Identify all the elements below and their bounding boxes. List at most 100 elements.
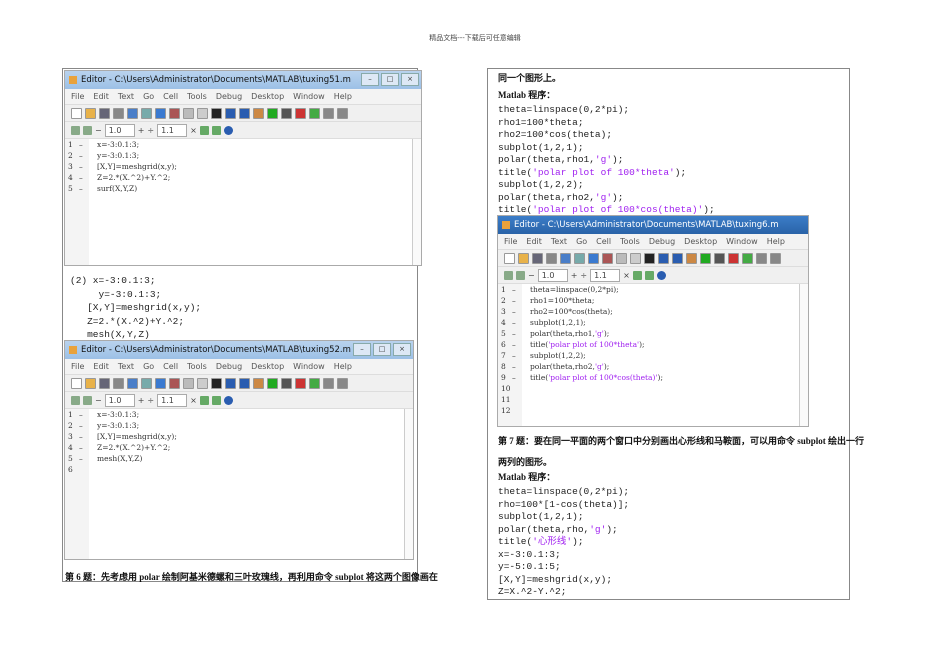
redo-icon[interactable] <box>602 252 613 264</box>
minimize-button[interactable]: – <box>353 343 371 356</box>
forward-arrow-icon[interactable] <box>239 107 250 119</box>
code-editor-area[interactable]: 1– x=-3:0.1:3; 2– y=-3:0.1:3; 3– [X,Y]=meshgr… <box>65 139 421 265</box>
binoculars-icon[interactable] <box>644 252 655 264</box>
menu-go[interactable]: Go <box>576 234 587 249</box>
menu-tools[interactable]: Tools <box>187 359 207 374</box>
menu-help[interactable]: Help <box>767 234 785 249</box>
clear-breakpoint-icon[interactable] <box>295 377 306 389</box>
menu-text[interactable]: Text <box>118 359 134 374</box>
step-out-icon[interactable] <box>337 377 348 389</box>
back-arrow-icon[interactable] <box>225 107 236 119</box>
copy-icon[interactable] <box>560 252 571 264</box>
cell-eval-advance-icon[interactable] <box>211 395 221 405</box>
redo-icon[interactable] <box>169 107 180 119</box>
multiply-button[interactable]: × <box>190 126 197 135</box>
menu-text[interactable]: Text <box>551 234 567 249</box>
increment-button[interactable]: + <box>138 126 145 135</box>
multiply-button[interactable]: × <box>190 396 197 405</box>
divide-button[interactable]: ÷ <box>147 396 154 405</box>
back-arrow-icon[interactable] <box>225 377 236 389</box>
paste-icon[interactable] <box>574 252 585 264</box>
find-files-icon[interactable] <box>197 107 208 119</box>
menu-cell[interactable]: Cell <box>163 359 178 374</box>
print-icon[interactable] <box>616 252 627 264</box>
cut-icon[interactable] <box>113 107 124 119</box>
menu-debug[interactable]: Debug <box>216 359 242 374</box>
breakpoint-icon[interactable] <box>281 377 292 389</box>
save-icon[interactable] <box>532 252 543 264</box>
cut-icon[interactable] <box>546 252 557 264</box>
help-icon[interactable] <box>223 395 233 405</box>
binoculars-icon[interactable] <box>211 107 222 119</box>
undo-icon[interactable] <box>155 107 166 119</box>
cell-mode-icon[interactable] <box>83 395 92 405</box>
step-in-icon[interactable] <box>323 107 334 119</box>
menu-desktop[interactable]: Desktop <box>251 89 284 104</box>
function-icon[interactable] <box>686 252 697 264</box>
step-out-icon[interactable] <box>337 107 348 119</box>
decrement-button[interactable]: − <box>95 126 102 135</box>
paste-icon[interactable] <box>141 377 152 389</box>
breakpoint-icon[interactable] <box>281 107 292 119</box>
breakpoint-icon[interactable] <box>714 252 725 264</box>
menu-debug[interactable]: Debug <box>649 234 675 249</box>
cell-increment-field[interactable]: 1.0 <box>537 268 568 282</box>
cell-mode-icon[interactable] <box>516 270 525 280</box>
multiply-button[interactable]: × <box>623 271 630 280</box>
cell-mode-icon[interactable] <box>83 125 92 135</box>
editor-title-bar[interactable]: Editor - C:\Users\Administrator\Document… <box>498 216 808 234</box>
new-file-icon[interactable] <box>71 107 82 119</box>
help-icon[interactable] <box>656 270 666 280</box>
run-icon[interactable] <box>267 377 278 389</box>
insert-cell-icon[interactable] <box>71 395 80 405</box>
insert-cell-icon[interactable] <box>71 125 80 135</box>
undo-icon[interactable] <box>155 377 166 389</box>
editor-title-bar[interactable]: Editor - C:\Users\Administrator\Document… <box>65 71 421 89</box>
menu-edit[interactable]: Edit <box>526 234 542 249</box>
print-icon[interactable] <box>183 107 194 119</box>
menu-tools[interactable]: Tools <box>187 89 207 104</box>
menu-window[interactable]: Window <box>293 89 325 104</box>
clear-breakpoint-icon[interactable] <box>295 107 306 119</box>
close-button[interactable]: × <box>393 343 411 356</box>
paste-icon[interactable] <box>141 107 152 119</box>
new-file-icon[interactable] <box>504 252 515 264</box>
copy-icon[interactable] <box>127 377 138 389</box>
menu-file[interactable]: File <box>504 234 517 249</box>
help-icon[interactable] <box>223 125 233 135</box>
cell-eval-icon[interactable] <box>199 125 209 135</box>
matlab-editor-tuxing6[interactable]: Editor - C:\Users\Administrator\Document… <box>497 215 809 427</box>
step-icon[interactable] <box>309 377 320 389</box>
run-icon[interactable] <box>700 252 711 264</box>
forward-arrow-icon[interactable] <box>672 252 683 264</box>
menu-edit[interactable]: Edit <box>93 89 109 104</box>
cell-eval-advance-icon[interactable] <box>644 270 654 280</box>
increment-button[interactable]: + <box>138 396 145 405</box>
find-files-icon[interactable] <box>197 377 208 389</box>
code-editor-area[interactable]: 1– x=-3:0.1:3; 2– y=-3:0.1:3; 3– [X,Y]=meshgr… <box>65 409 413 559</box>
divide-button[interactable]: ÷ <box>147 126 154 135</box>
cell-increment-field[interactable]: 1.0 <box>104 123 135 137</box>
cell-eval-icon[interactable] <box>199 395 209 405</box>
cell-multiply-field[interactable]: 1.1 <box>157 123 188 137</box>
editor-title-bar[interactable]: Editor - C:\Users\Administrator\Document… <box>65 341 413 359</box>
menu-cell[interactable]: Cell <box>596 234 611 249</box>
minimize-button[interactable]: – <box>361 73 379 86</box>
step-in-icon[interactable] <box>323 377 334 389</box>
cell-increment-field[interactable]: 1.0 <box>104 393 135 407</box>
step-out-icon[interactable] <box>770 252 781 264</box>
menu-help[interactable]: Help <box>334 89 352 104</box>
decrement-button[interactable]: − <box>528 271 535 280</box>
menu-file[interactable]: File <box>71 89 84 104</box>
close-button[interactable]: × <box>401 73 419 86</box>
forward-arrow-icon[interactable] <box>239 377 250 389</box>
matlab-editor-tuxing52[interactable]: Editor - C:\Users\Administrator\Document… <box>64 340 414 560</box>
menu-file[interactable]: File <box>71 359 84 374</box>
maximize-button[interactable]: □ <box>373 343 391 356</box>
function-icon[interactable] <box>253 107 264 119</box>
open-folder-icon[interactable] <box>85 377 96 389</box>
undo-icon[interactable] <box>588 252 599 264</box>
menu-debug[interactable]: Debug <box>216 89 242 104</box>
cell-multiply-field[interactable]: 1.1 <box>590 268 621 282</box>
menu-window[interactable]: Window <box>293 359 325 374</box>
